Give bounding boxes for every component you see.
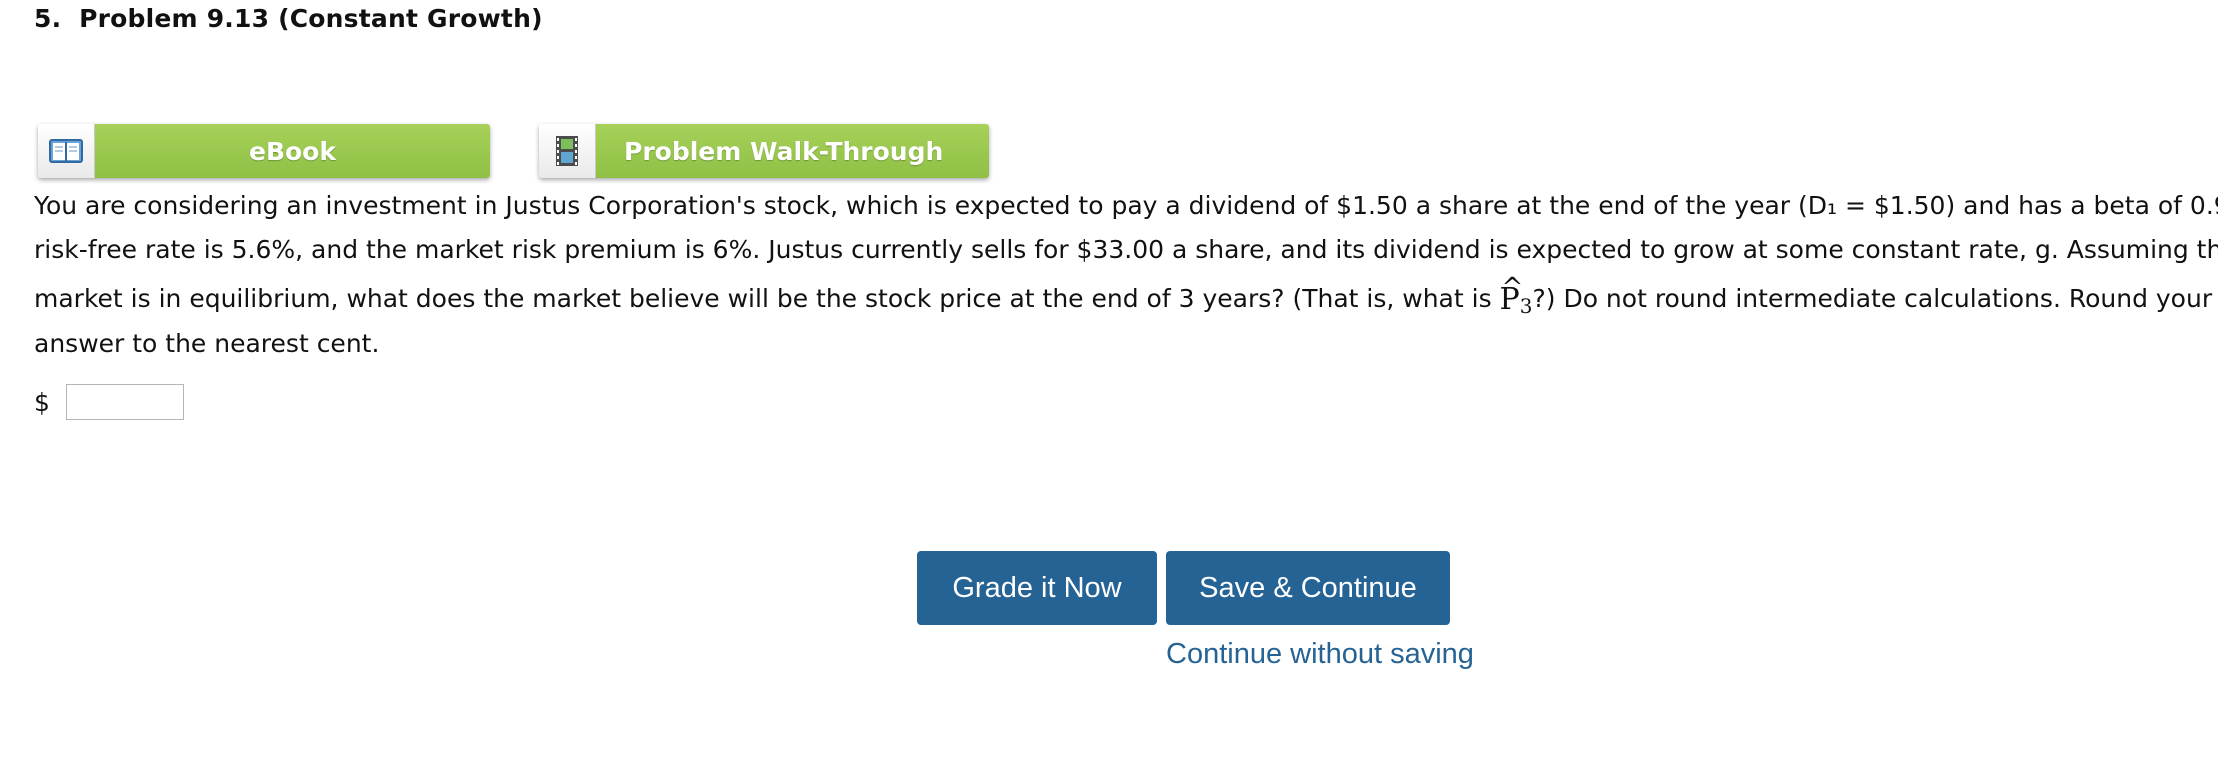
ebook-label: eBook bbox=[95, 124, 490, 178]
answer-row: $ bbox=[34, 384, 184, 420]
book-icon bbox=[38, 124, 95, 178]
continue-without-saving-link[interactable]: Continue without saving bbox=[1166, 638, 1474, 671]
walkthrough-button[interactable]: Problem Walk-Through bbox=[539, 124, 989, 178]
problem-title: 5. Problem 9.13 (Constant Growth) bbox=[34, 4, 543, 33]
question-line-3: market is in equilibrium, what does the … bbox=[34, 272, 2218, 322]
question-line-3-end: ?) Do not round intermediate calculation… bbox=[1532, 284, 2213, 313]
film-icon bbox=[539, 124, 596, 178]
question-line-3-start: market is in equilibrium, what does the … bbox=[34, 284, 1500, 313]
p-hat-3-symbol: ^ P3 bbox=[1500, 273, 1533, 321]
walkthrough-label: Problem Walk-Through bbox=[596, 124, 989, 178]
question-line-1: You are considering an investment in Jus… bbox=[34, 191, 2218, 220]
currency-label: $ bbox=[34, 387, 50, 417]
hat-mark: ^ bbox=[1501, 273, 1524, 303]
problem-number: 5. bbox=[34, 4, 62, 33]
save-continue-button[interactable]: Save & Continue bbox=[1166, 551, 1450, 625]
problem-name: Problem 9.13 (Constant Growth) bbox=[79, 4, 543, 33]
question-line-2: risk-free rate is 5.6%, and the market r… bbox=[34, 235, 2218, 264]
question-line-4: answer to the nearest cent. bbox=[34, 329, 380, 358]
ebook-button[interactable]: eBook bbox=[38, 124, 490, 178]
grade-now-button[interactable]: Grade it Now bbox=[917, 551, 1157, 625]
question-text: You are considering an investment in Jus… bbox=[34, 184, 2218, 366]
answer-input[interactable] bbox=[66, 384, 184, 420]
